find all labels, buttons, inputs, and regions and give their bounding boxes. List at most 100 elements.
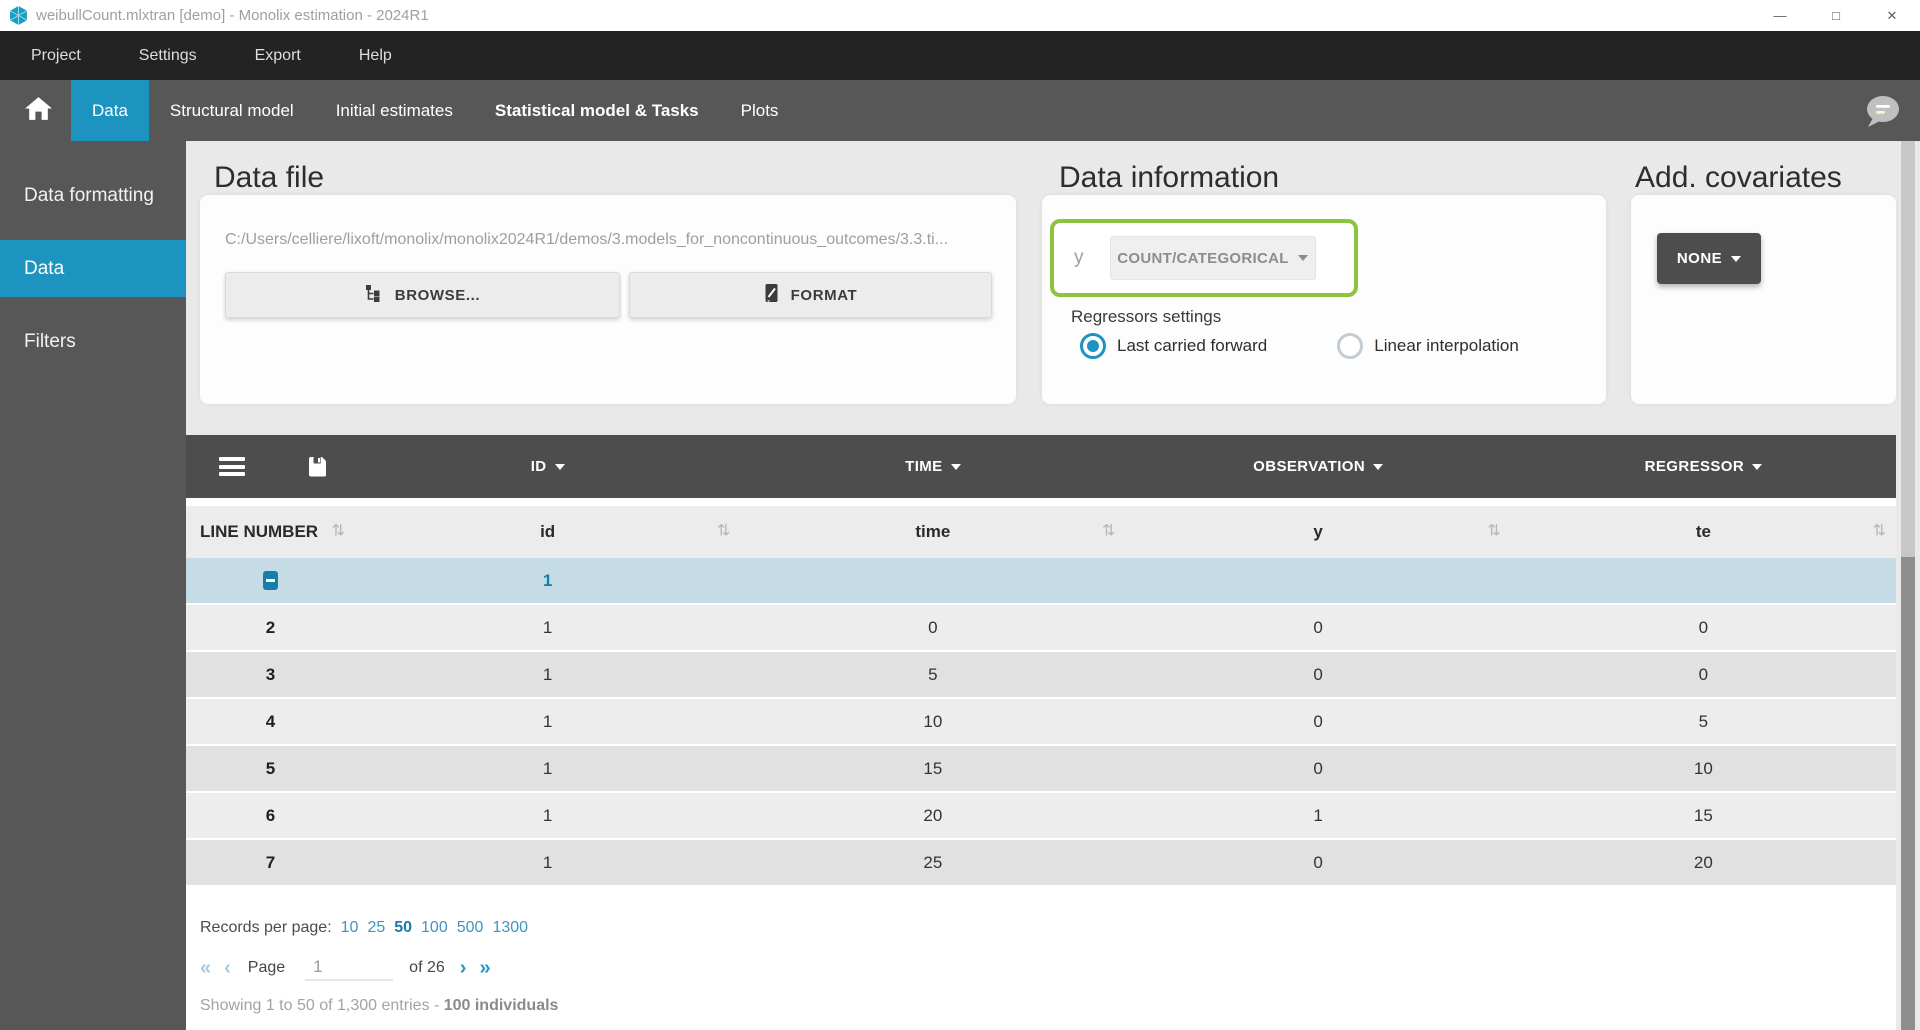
- page-input[interactable]: [305, 955, 393, 981]
- page-label: Page: [248, 959, 285, 977]
- te-cell: 5: [1511, 712, 1896, 732]
- line-number-cell: 7: [186, 853, 355, 873]
- table-menu-button[interactable]: [219, 457, 245, 476]
- records-per-page-50[interactable]: 50: [394, 919, 412, 936]
- close-button[interactable]: ✕: [1864, 0, 1920, 31]
- line-number-cell: [186, 571, 355, 590]
- records-per-page-25[interactable]: 25: [367, 919, 385, 936]
- table-row[interactable]: 21000: [186, 605, 1896, 650]
- column-header-id[interactable]: ID: [355, 458, 740, 475]
- monolix-window: weibullCount.mlxtran [demo] - Monolix es…: [0, 0, 1920, 1030]
- table-row[interactable]: 1: [186, 558, 1896, 603]
- y-cell: 0: [1126, 759, 1511, 779]
- tab-statistical-model-tasks[interactable]: Statistical model & Tasks: [474, 80, 720, 141]
- add-covariates-card: NONE: [1631, 195, 1896, 404]
- first-page-button[interactable]: «: [200, 958, 211, 978]
- tab-data[interactable]: Data: [71, 80, 149, 141]
- browse-button-label: BROWSE...: [395, 287, 480, 304]
- page-count-label: of 26: [409, 959, 445, 977]
- observation-type-dropdown[interactable]: COUNT/CATEGORICAL: [1110, 236, 1316, 280]
- table-row[interactable]: 31500: [186, 652, 1896, 697]
- subcolumn-te: te⇅: [1511, 506, 1896, 558]
- radio-last-carried-forward[interactable]: Last carried forward: [1080, 333, 1267, 359]
- table-row[interactable]: 6120115: [186, 793, 1896, 838]
- home-icon: [24, 96, 53, 126]
- sidebar-item-data[interactable]: Data: [0, 240, 186, 297]
- y-cell: 0: [1126, 665, 1511, 685]
- home-button[interactable]: [17, 80, 59, 141]
- tab-plots[interactable]: Plots: [720, 80, 800, 141]
- sort-icon[interactable]: ⇅: [1487, 520, 1500, 540]
- sidebar-item-filters[interactable]: Filters: [0, 313, 186, 370]
- records-per-page: Records per page:1025501005001300: [200, 919, 528, 937]
- column-header-regressor[interactable]: REGRESSOR: [1511, 458, 1896, 475]
- sort-icon[interactable]: ⇅: [1102, 520, 1115, 540]
- browse-button[interactable]: BROWSE...: [225, 272, 620, 318]
- column-header-label: TIME: [905, 458, 942, 475]
- column-header-time[interactable]: TIME: [740, 458, 1125, 475]
- id-cell: 1: [355, 618, 740, 638]
- save-table-button[interactable]: [308, 456, 327, 477]
- menu-bar: Project Settings Export Help: [0, 31, 1920, 80]
- table-toolbar: ID TIME OBSERVATION REGRESSOR: [186, 435, 1896, 498]
- table-column-header-row: LINE NUMBER⇅id⇅time⇅y⇅te⇅: [186, 506, 1896, 558]
- sort-icon[interactable]: ⇅: [1873, 520, 1886, 540]
- table-row[interactable]: 7125020: [186, 840, 1896, 885]
- id-cell: 1: [355, 759, 740, 779]
- time-cell: 15: [740, 759, 1125, 779]
- scrollbar-thumb[interactable]: [1901, 557, 1915, 1030]
- data-table: IDTIMEOBSERVATIONREGRESSOR LINE NUMBER⇅i…: [186, 435, 1896, 1030]
- data-file-card: C:/Users/celliere/lixoft/monolix/monolix…: [200, 195, 1016, 404]
- records-per-page-500[interactable]: 500: [457, 919, 484, 936]
- sidebar-item-data-formatting[interactable]: Data formatting: [0, 167, 186, 224]
- column-header-observation[interactable]: OBSERVATION: [1126, 458, 1511, 475]
- regressors-settings-label: Regressors settings: [1071, 307, 1221, 327]
- radio-circle-icon: [1337, 333, 1363, 359]
- te-cell: 20: [1511, 853, 1896, 873]
- radio-linear-interpolation[interactable]: Linear interpolation: [1337, 333, 1519, 359]
- minimize-button[interactable]: —: [1752, 0, 1808, 31]
- column-header-label: OBSERVATION: [1253, 458, 1365, 475]
- subcolumn-id: id ⇅: [355, 506, 740, 558]
- sort-icon[interactable]: ⇅: [717, 520, 730, 540]
- tab-structural-model[interactable]: Structural model: [149, 80, 315, 141]
- window-controls: —□✕: [1752, 0, 1920, 31]
- time-cell: 10: [740, 712, 1125, 732]
- time-cell: 25: [740, 853, 1125, 873]
- menu-item-settings[interactable]: Settings: [139, 47, 197, 65]
- sort-icon[interactable]: ⇅: [332, 520, 345, 540]
- column-header-label: REGRESSOR: [1645, 458, 1744, 475]
- data-file-title: Data file: [214, 161, 324, 195]
- column-header-label: ID: [531, 458, 547, 475]
- line-number-cell: 5: [186, 759, 355, 779]
- table-row[interactable]: 5115010: [186, 746, 1896, 791]
- edit-file-icon: [764, 283, 780, 307]
- last-page-button[interactable]: »: [479, 958, 490, 978]
- table-row[interactable]: 411005: [186, 699, 1896, 744]
- table-toolbar-icons: [186, 456, 355, 477]
- y-cell: 0: [1126, 853, 1511, 873]
- format-button[interactable]: FORMAT: [629, 272, 992, 318]
- collapse-row-icon[interactable]: [263, 571, 278, 590]
- records-per-page-10[interactable]: 10: [341, 919, 359, 936]
- title-bar: weibullCount.mlxtran [demo] - Monolix es…: [0, 0, 1920, 31]
- entries-summary-text: Showing 1 to 50 of 1,300 entries -: [200, 997, 444, 1014]
- time-cell: 0: [740, 618, 1125, 638]
- menu-item-export[interactable]: Export: [255, 47, 301, 65]
- covariates-none-dropdown[interactable]: NONE: [1657, 233, 1761, 284]
- menu-item-project[interactable]: Project: [31, 47, 81, 65]
- prev-page-button[interactable]: ‹: [224, 958, 231, 978]
- next-page-button[interactable]: ›: [460, 958, 467, 978]
- add-covariates-title: Add. covariates: [1635, 161, 1842, 195]
- records-per-page-100[interactable]: 100: [421, 919, 448, 936]
- menu-item-help[interactable]: Help: [359, 47, 392, 65]
- caret-down-icon: [1752, 464, 1762, 470]
- subcolumn-label: time: [915, 522, 950, 542]
- individuals-count: 100 individuals: [444, 997, 559, 1014]
- feedback-button[interactable]: [1864, 95, 1900, 129]
- records-per-page-1300[interactable]: 1300: [492, 919, 528, 936]
- tab-initial-estimates[interactable]: Initial estimates: [315, 80, 474, 141]
- caret-down-icon: [1298, 255, 1308, 261]
- maximize-button[interactable]: □: [1808, 0, 1864, 31]
- subcolumn-label: id: [540, 522, 555, 542]
